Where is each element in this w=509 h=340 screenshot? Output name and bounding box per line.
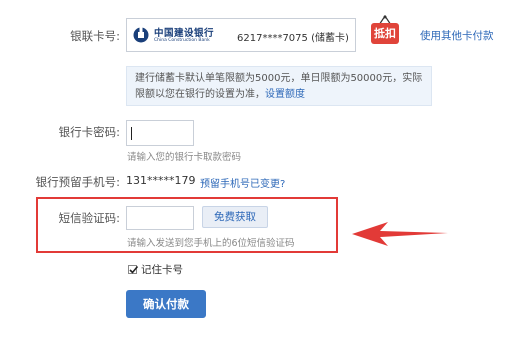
phone-changed-link[interactable]: 预留手机号已变更?	[200, 175, 285, 190]
text-caret	[131, 127, 132, 140]
sms-code-hint: 请输入发送到您手机上的6位短信验证码	[127, 238, 295, 249]
sms-code-input[interactable]	[126, 206, 194, 230]
reserved-phone-number: 131*****179	[126, 174, 196, 187]
pointer-arrow-icon	[352, 222, 448, 246]
bank-card-selector[interactable]: 中国建设银行 China Construction Bank 6217****7…	[126, 18, 356, 52]
bank-name: 中国建设银行	[154, 28, 215, 39]
limit-notice: 建行储蓄卡默认单笔限额为5000元，单日限额为50000元，实际限额以您在银行的…	[126, 66, 432, 106]
remember-card-checkbox[interactable]	[128, 265, 139, 274]
use-other-card-link[interactable]: 使用其他卡付款	[420, 28, 494, 43]
card-password-hint: 请输入您的银行卡取款密码	[127, 152, 242, 163]
card-password-input[interactable]	[126, 120, 194, 146]
reserved-phone-label: 银行预留手机号:	[35, 175, 120, 189]
card-number: 6217****7075 (储蓄卡)	[237, 33, 349, 44]
remember-card-option[interactable]: 记住卡号	[128, 262, 183, 277]
set-limit-link[interactable]: 设置额度	[265, 89, 305, 100]
discount-label: 抵扣	[371, 23, 399, 44]
bank-card-label: 银联卡号:	[70, 29, 120, 43]
bank-name-en: China Construction Bank	[154, 38, 210, 43]
get-sms-code-button[interactable]: 免费获取	[202, 206, 268, 228]
discount-badge[interactable]: 抵扣	[370, 15, 400, 45]
ccb-logo-icon	[133, 27, 149, 43]
check-icon	[129, 265, 139, 274]
card-password-label: 银行卡密码:	[58, 125, 120, 139]
sms-code-label: 短信验证码:	[58, 211, 120, 225]
remember-card-label: 记住卡号	[141, 264, 183, 276]
confirm-payment-button[interactable]: 确认付款	[126, 290, 206, 318]
